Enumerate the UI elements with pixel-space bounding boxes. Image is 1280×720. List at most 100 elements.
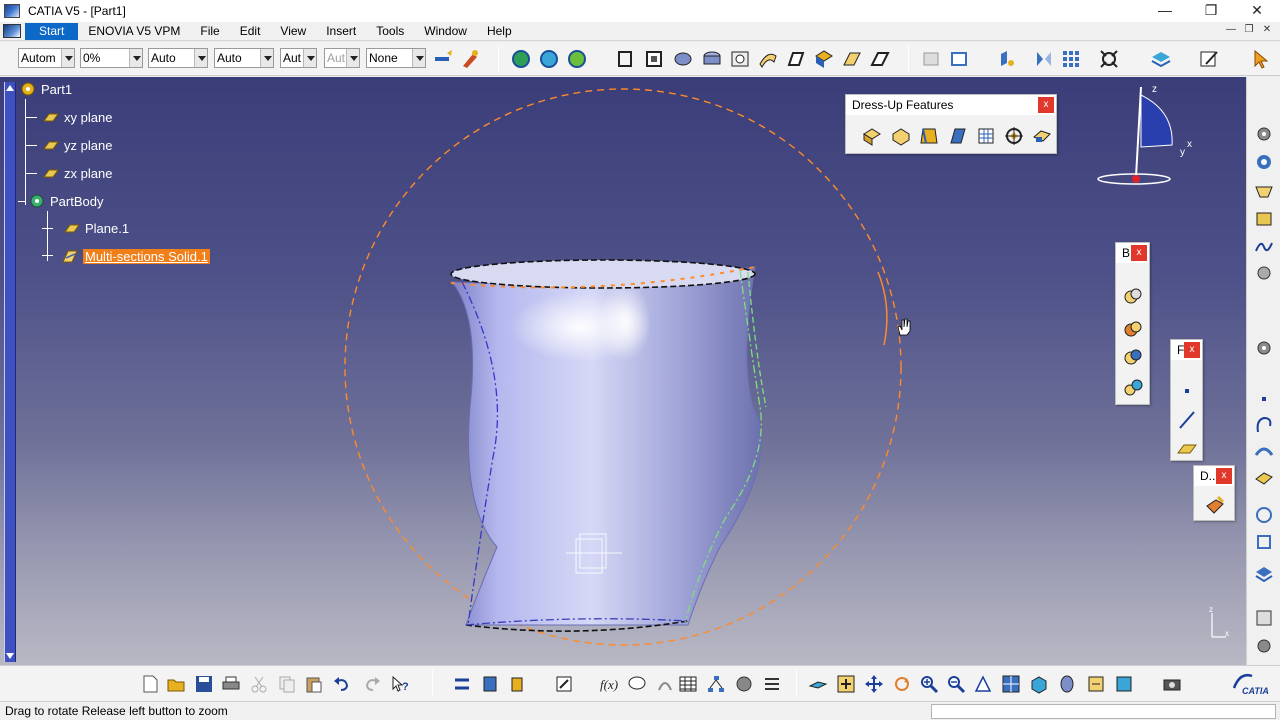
hole-icon[interactable] bbox=[729, 48, 751, 70]
render-style-combo[interactable]: None bbox=[366, 48, 426, 68]
menu-insert[interactable]: Insert bbox=[316, 23, 366, 40]
doc-close-button[interactable]: ✕ bbox=[1258, 24, 1276, 35]
swap-visible-icon[interactable] bbox=[1114, 674, 1134, 694]
scroll-down-icon[interactable] bbox=[6, 653, 14, 659]
linetype-combo[interactable]: Auto bbox=[148, 48, 208, 68]
power-input-field[interactable] bbox=[931, 704, 1276, 719]
tree-item-partbody[interactable]: PartBody bbox=[18, 192, 103, 210]
hide-show-icon[interactable] bbox=[1086, 674, 1106, 694]
sketcher-globe-icon[interactable] bbox=[510, 48, 532, 70]
menu-start[interactable]: Start bbox=[25, 22, 79, 40]
draft-toolbar-title[interactable]: D.. x bbox=[1194, 466, 1234, 486]
tree-item-plane1[interactable]: Plane.1 bbox=[63, 219, 129, 237]
globe-filter-icon[interactable] bbox=[566, 48, 588, 70]
multi-sections-solid-icon[interactable] bbox=[841, 48, 863, 70]
curve-icon[interactable] bbox=[1253, 414, 1275, 436]
reference-toolbar-title[interactable]: Fx bbox=[1171, 340, 1202, 360]
scroll-up-icon[interactable] bbox=[6, 85, 14, 91]
save-icon[interactable] bbox=[194, 674, 214, 694]
apply-material-icon[interactable] bbox=[1253, 607, 1275, 629]
menu-tools[interactable]: Tools bbox=[366, 23, 414, 40]
close-icon[interactable]: x bbox=[1216, 468, 1232, 484]
zoom-in-icon[interactable] bbox=[919, 674, 939, 694]
sketch-edit-icon[interactable] bbox=[1198, 48, 1220, 70]
groove-icon[interactable] bbox=[701, 48, 723, 70]
expand-multi-sections-icon[interactable] bbox=[42, 250, 53, 261]
line-icon[interactable] bbox=[1176, 409, 1198, 431]
3d-viewport[interactable]: z y x z x Part1 xy plane yz plane zx pla… bbox=[0, 77, 1246, 665]
assemble-icon[interactable] bbox=[1122, 285, 1144, 307]
intersect-icon[interactable] bbox=[1122, 346, 1144, 368]
symmetry-icon[interactable] bbox=[1033, 48, 1055, 70]
pattern-icon[interactable] bbox=[1060, 48, 1082, 70]
shell-icon[interactable] bbox=[947, 125, 969, 147]
part-geometry[interactable] bbox=[0, 77, 1246, 665]
draft-analysis-icon[interactable] bbox=[1204, 494, 1226, 516]
spline-icon[interactable] bbox=[1253, 236, 1275, 258]
removed-multi-sections-icon[interactable] bbox=[869, 48, 891, 70]
zoom-out-icon[interactable] bbox=[946, 674, 966, 694]
thread-tap-icon[interactable] bbox=[1003, 125, 1025, 147]
catalog-icon[interactable] bbox=[507, 674, 527, 694]
rectangle-icon[interactable] bbox=[1253, 208, 1275, 230]
split-icon[interactable] bbox=[920, 48, 942, 70]
iso-view-icon[interactable] bbox=[1029, 674, 1049, 694]
menu-edit[interactable]: Edit bbox=[230, 23, 271, 40]
plane-icon[interactable] bbox=[1176, 437, 1198, 459]
union-trim-icon[interactable] bbox=[1122, 377, 1144, 399]
gear-icon[interactable] bbox=[1253, 635, 1275, 657]
collapse-icon[interactable] bbox=[18, 200, 26, 202]
dress-up-title[interactable]: Dress-Up Features x bbox=[846, 95, 1056, 115]
menu-view[interactable]: View bbox=[270, 23, 316, 40]
doc-minimize-button[interactable]: — bbox=[1222, 24, 1240, 35]
layers-icon[interactable] bbox=[1150, 48, 1172, 70]
point-icon[interactable] bbox=[1176, 380, 1198, 402]
chevron-down-icon[interactable] bbox=[303, 49, 316, 67]
graphic-properties-icon[interactable] bbox=[459, 48, 481, 70]
compass-widget[interactable]: z y x bbox=[1096, 81, 1204, 193]
measure-icon[interactable] bbox=[1098, 48, 1120, 70]
doc-restore-button[interactable]: ❐ bbox=[1240, 24, 1258, 35]
close-icon[interactable]: x bbox=[1131, 245, 1147, 261]
constraint-icon[interactable] bbox=[1253, 262, 1275, 284]
pan-view-icon[interactable] bbox=[1253, 531, 1275, 553]
stiffener-icon[interactable] bbox=[813, 48, 835, 70]
sketcher-icon[interactable] bbox=[554, 674, 574, 694]
comment-icon[interactable] bbox=[627, 674, 647, 694]
new-file-icon[interactable] bbox=[140, 674, 160, 694]
knowledge-globe-icon[interactable] bbox=[538, 48, 560, 70]
table-icon[interactable] bbox=[678, 674, 698, 694]
menu-help[interactable]: Help bbox=[477, 23, 522, 40]
print-icon[interactable] bbox=[221, 674, 241, 694]
pan-icon[interactable] bbox=[864, 674, 884, 694]
switch-icon[interactable] bbox=[480, 674, 500, 694]
draft-angle-icon[interactable] bbox=[918, 125, 940, 147]
tree-item-multi-sections-solid[interactable]: Multi-sections Solid.1 bbox=[61, 247, 210, 265]
reaction-icon[interactable] bbox=[734, 674, 754, 694]
menu-enovia[interactable]: ENOVIA V5 VPM bbox=[78, 23, 190, 40]
chevron-down-icon[interactable] bbox=[260, 49, 273, 67]
rotate-icon[interactable] bbox=[892, 674, 912, 694]
thickness-icon[interactable] bbox=[975, 125, 997, 147]
whats-this-icon[interactable]: ? bbox=[390, 674, 410, 694]
chamfer-icon[interactable] bbox=[890, 125, 912, 147]
boolean-toolbar-title[interactable]: Bx bbox=[1116, 243, 1149, 263]
paste-icon[interactable] bbox=[304, 674, 324, 694]
tree-item-xy-plane[interactable]: xy plane bbox=[42, 108, 112, 126]
profile-icon[interactable] bbox=[1253, 181, 1275, 203]
menu-window[interactable]: Window bbox=[414, 23, 477, 40]
close-icon[interactable]: x bbox=[1038, 97, 1054, 113]
painter-icon[interactable] bbox=[432, 48, 454, 70]
point-symbol-combo[interactable]: Aut bbox=[280, 48, 317, 68]
multi-view-icon[interactable] bbox=[1001, 674, 1021, 694]
law-icon[interactable] bbox=[655, 674, 675, 694]
undo-icon[interactable] bbox=[332, 674, 352, 694]
capture-camera-icon[interactable] bbox=[1162, 674, 1182, 694]
sketch-analysis-icon[interactable] bbox=[1253, 151, 1275, 173]
surface-icon[interactable] bbox=[1253, 467, 1275, 489]
edge-fillet-icon[interactable] bbox=[861, 125, 883, 147]
render-icon[interactable] bbox=[1253, 564, 1275, 586]
select-arrow-icon[interactable] bbox=[1250, 48, 1272, 70]
add-icon[interactable] bbox=[1122, 318, 1144, 340]
close-icon[interactable]: x bbox=[1184, 342, 1200, 358]
